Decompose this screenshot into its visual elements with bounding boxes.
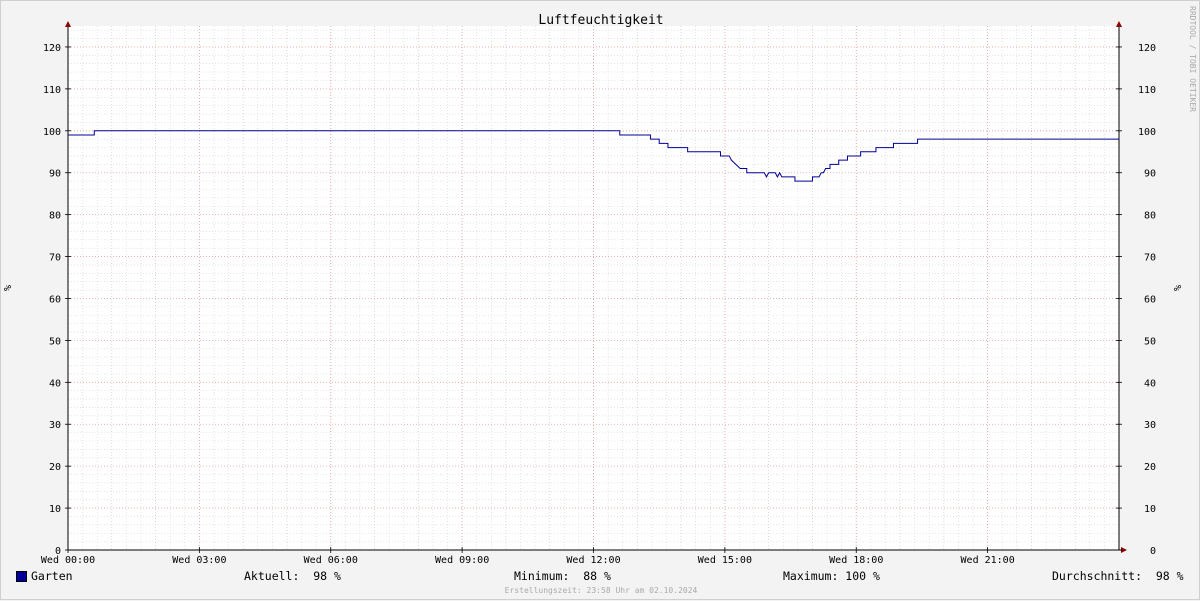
footer-timestamp: Erstellungszeit: 23:58 Uhr am 02.10.2024 [504,586,698,595]
y-tick-label-left: 70 [49,253,61,264]
y-tick-label-left: 120 [43,43,61,54]
y-tick-label-left: 60 [49,294,61,305]
y-tick-label-right: 100 [1138,127,1156,138]
y-tick-label-left: 40 [49,378,61,389]
x-tick-label: Wed 18:00 [829,555,883,566]
y-tick-label-right: 80 [1144,211,1156,222]
y-axis-label-left: % [3,285,14,291]
chart-frame: 0 0 10 10 20 20 30 30 40 40 50 50 60 60 70 70 80 80 90 90 10… [0,0,1200,600]
legend-swatch-garten [16,571,27,582]
y-tick-label-right: 0 [1150,546,1156,557]
y-tick-label-left: 50 [49,336,61,347]
y-tick-label-right: 70 [1144,253,1156,264]
y-axis-right-arrow [1116,21,1122,27]
y-tick-label-left: 30 [49,420,61,431]
y-tick-label-right: 120 [1138,43,1156,54]
legend-maximum: Maximum: 100 % [783,569,880,583]
y-tick-label-right: 110 [1138,85,1156,96]
x-tick-label: Wed 15:00 [698,555,752,566]
y-tick-label-left: 110 [43,85,61,96]
y-tick-label-left: 20 [49,462,61,473]
y-axis-left-arrow [65,21,71,27]
watermark: RRDTOOL / TOBI OETIKER [1188,6,1197,112]
y-tick-label-left: 80 [49,211,61,222]
y-tick-label-right: 30 [1144,420,1156,431]
x-tick-label: Wed 06:00 [304,555,358,566]
legend-minimum: Minimum: 88 % [514,569,611,583]
legend-average: Durchschnitt: 98 % [1052,569,1184,583]
y-tick-label-left: 90 [49,169,61,180]
x-tick-label: Wed 00:00 [41,555,95,566]
y-tick-label-right: 90 [1144,169,1156,180]
chart-title: Luftfeuchtigkeit [538,13,663,28]
legend: Garten Aktuell: 98 % Minimum: 88 % Maxim… [1,567,1200,585]
y-tick-label-right: 40 [1144,378,1156,389]
legend-series-name: Garten [31,569,73,583]
y-tick-label-right: 50 [1144,336,1156,347]
chart-canvas: 0 010 1020 2030 3040 4050 5060 6070 7080 8090 9010… [3,6,1197,566]
x-tick-label: Wed 03:00 [172,555,226,566]
y-axis-label-right: % [1173,285,1184,291]
y-tick-label-right: 20 [1144,462,1156,473]
y-tick-label-left: 10 [49,504,61,515]
legend-current: Aktuell: 98 % [244,569,341,583]
x-tick-label: Wed 12:00 [566,555,620,566]
y-tick-label-right: 60 [1144,294,1156,305]
x-tick-label: Wed 09:00 [435,555,489,566]
x-tick-label: Wed 21:00 [961,555,1015,566]
y-tick-label-left: 100 [43,127,61,138]
y-tick-label-right: 10 [1144,504,1156,515]
